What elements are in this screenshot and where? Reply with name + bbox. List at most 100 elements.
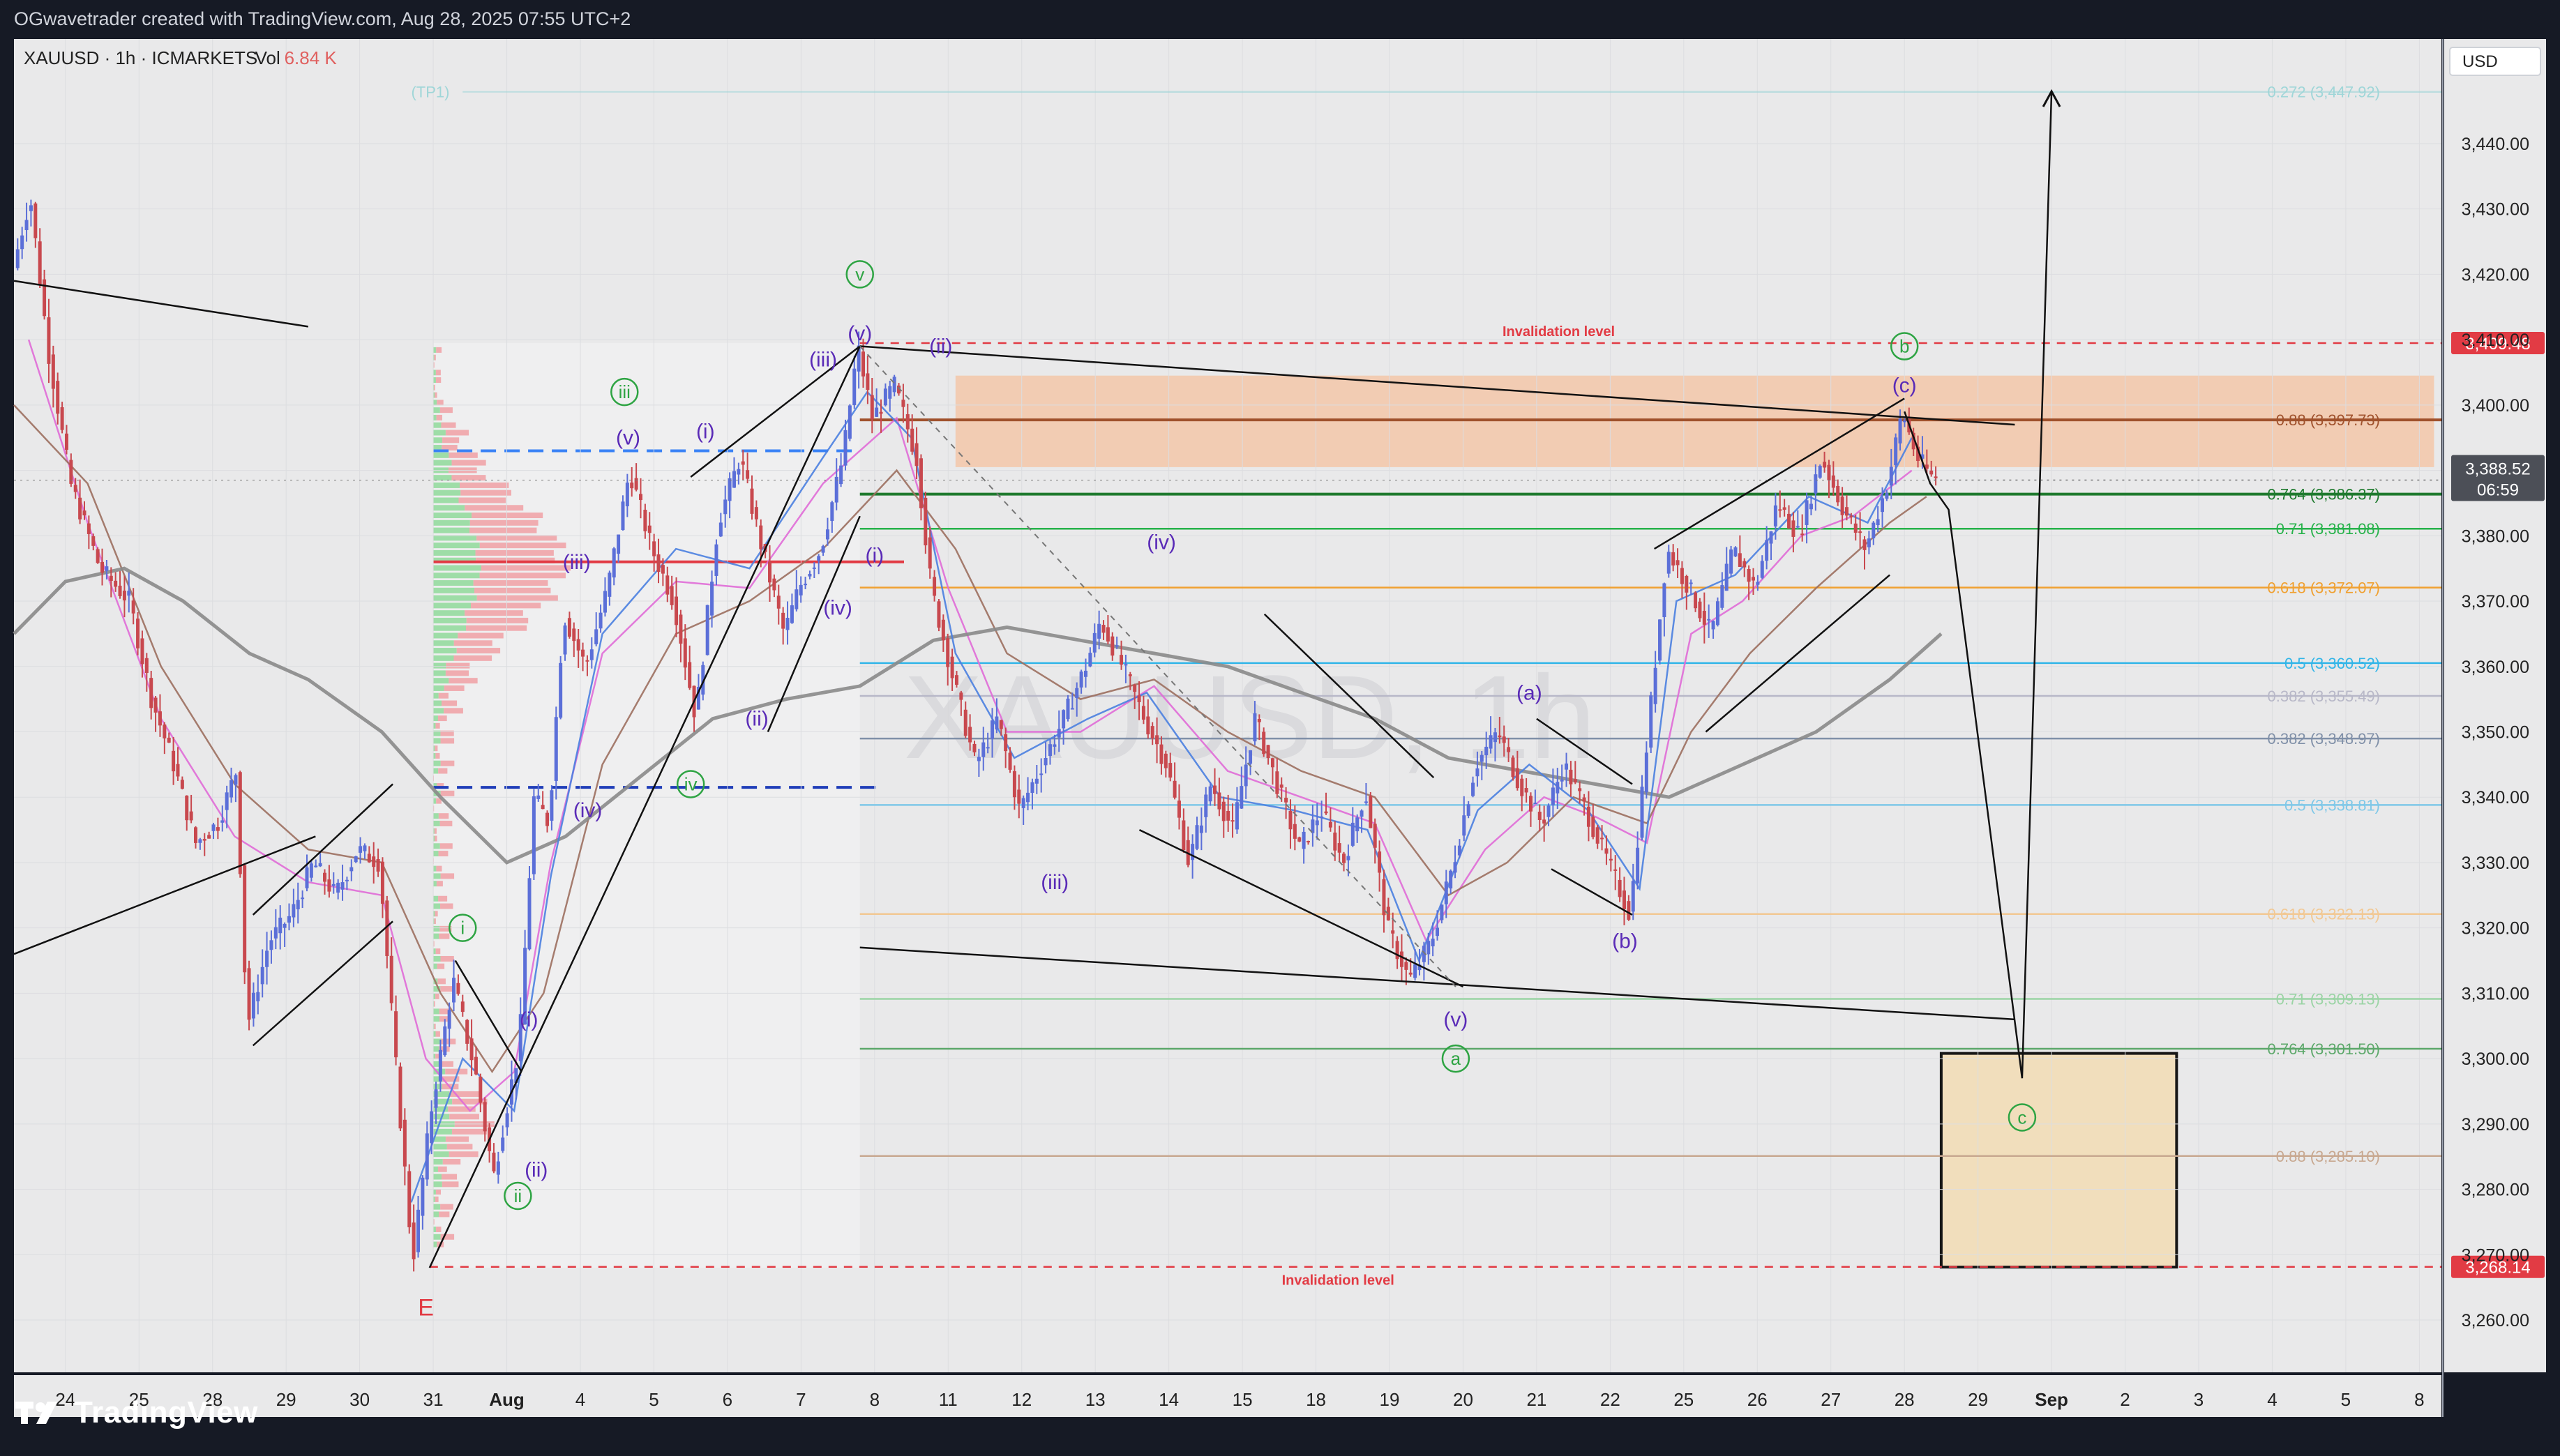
volume-profile-bar xyxy=(433,648,457,654)
candle-body xyxy=(594,629,598,644)
wave-label: (b) xyxy=(1612,930,1638,953)
price-chart[interactable]: XAUUSD, 1h 0.272 (3,447.92)0.88 (3,397.7… xyxy=(0,0,2560,1456)
price-tick-label: 3,320.00 xyxy=(2462,919,2529,939)
volume-profile-bar xyxy=(433,362,435,368)
candle-body xyxy=(572,628,576,642)
volume-profile-bar xyxy=(441,1174,458,1180)
volume-profile-bar xyxy=(433,1158,443,1165)
volume-profile-bar xyxy=(439,1211,450,1218)
volume-profile-bar xyxy=(433,655,454,661)
candle-body xyxy=(38,241,42,285)
time-tick-label: 30 xyxy=(349,1389,370,1410)
time-tick-label: 4 xyxy=(575,1389,585,1410)
volume-profile-bar xyxy=(449,678,478,684)
volume-profile-bar xyxy=(433,963,437,969)
candle-body xyxy=(603,591,607,613)
candle-body xyxy=(1889,467,1893,486)
candle-body xyxy=(389,955,393,1003)
candle-body xyxy=(995,716,999,730)
candle-body xyxy=(1502,736,1506,743)
volume-profile-bar xyxy=(435,392,437,398)
candle-body xyxy=(398,1066,402,1129)
volume-profile-bar xyxy=(444,685,465,691)
candle-body xyxy=(465,1019,469,1044)
candle-body xyxy=(501,1137,505,1151)
candle-body xyxy=(1662,583,1666,618)
candle-body xyxy=(1088,653,1092,667)
volume-profile-bar xyxy=(449,452,478,458)
candle-body xyxy=(621,501,625,531)
candle-body xyxy=(1493,732,1497,743)
candle-body xyxy=(647,525,652,533)
candle-body xyxy=(1217,792,1221,810)
wave-label: i xyxy=(460,918,465,939)
candle-body xyxy=(883,388,887,406)
candle-body xyxy=(78,497,82,520)
candle-body xyxy=(1507,747,1511,752)
candle-body xyxy=(576,639,580,651)
candle-body xyxy=(1399,951,1403,967)
candle-body xyxy=(541,805,545,810)
time-tick-label: 12 xyxy=(1011,1389,1032,1410)
volume-profile-bar xyxy=(433,662,446,669)
volume-profile-bar xyxy=(474,587,551,593)
candle-body xyxy=(879,411,883,414)
candle-body xyxy=(309,863,313,878)
candle-body xyxy=(1346,856,1350,860)
candle-body xyxy=(1595,827,1599,844)
candle-body xyxy=(1524,788,1528,793)
candle-body xyxy=(536,795,541,799)
candle-body xyxy=(1328,821,1332,828)
candle-body xyxy=(754,507,758,520)
candle-body xyxy=(1364,801,1368,803)
fib-label: 0.5 (3,338.81) xyxy=(2284,796,2380,814)
candle-body xyxy=(1640,787,1644,838)
candle-body xyxy=(861,351,865,377)
volume-profile-bar xyxy=(435,1189,442,1195)
volume-profile-bar xyxy=(433,881,437,887)
candle-body xyxy=(114,580,118,587)
candle-body xyxy=(1106,627,1110,642)
candle-body xyxy=(1631,881,1635,912)
candle-body xyxy=(1079,672,1083,688)
candle-body xyxy=(1791,520,1795,537)
volume-profile-bar xyxy=(446,662,470,669)
candle-body xyxy=(1702,610,1706,625)
candle-body xyxy=(1609,858,1613,861)
candle-body xyxy=(1809,503,1813,510)
volume-profile-bar xyxy=(481,565,571,571)
candle-body xyxy=(750,488,754,514)
wave-label: (v) xyxy=(616,427,640,450)
volume-profile-bar xyxy=(433,377,436,384)
candle-body xyxy=(1034,778,1039,784)
candle-body xyxy=(1533,803,1537,805)
candle-body xyxy=(1680,568,1684,584)
candle-body xyxy=(278,917,283,934)
volume-profile-bar xyxy=(460,490,511,496)
candle-body xyxy=(817,556,821,561)
candle-body xyxy=(327,879,331,892)
candle-body xyxy=(1795,526,1800,528)
volume-profile-bar xyxy=(433,543,480,549)
wave-label: ii xyxy=(514,1185,522,1206)
tradingview-branding[interactable]: TradingView xyxy=(15,1392,258,1434)
invalidation-label: Invalidation level xyxy=(1503,324,1615,340)
candle-body xyxy=(225,792,229,810)
candle-body xyxy=(1021,798,1025,808)
price-tick-label: 3,330.00 xyxy=(2462,854,2529,873)
wave-label: c xyxy=(2017,1107,2026,1128)
volume-profile-bar xyxy=(433,722,436,729)
candle-body xyxy=(15,249,20,268)
candle-body xyxy=(999,720,1003,729)
candle-body xyxy=(1756,582,1760,585)
time-tick-label: 27 xyxy=(1821,1389,1841,1410)
candle-body xyxy=(941,619,945,641)
volume-profile-bar xyxy=(479,572,566,579)
candle-body xyxy=(972,743,977,752)
candle-body xyxy=(1168,763,1173,778)
candle-body xyxy=(545,812,550,826)
fib-label: 0.618 (3,322.13) xyxy=(2268,906,2380,923)
candle-body xyxy=(1150,726,1154,738)
candle-body xyxy=(301,897,305,900)
candle-body xyxy=(795,589,799,609)
